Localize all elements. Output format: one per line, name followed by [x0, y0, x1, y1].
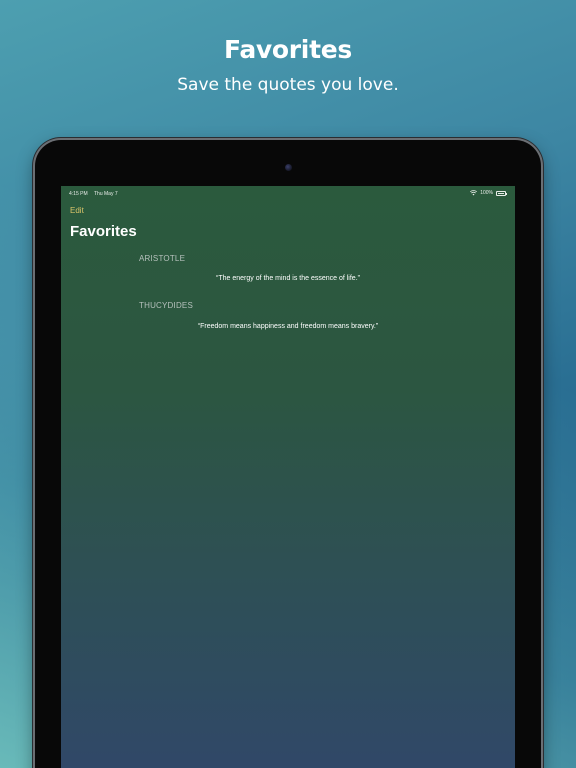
promo-subhead: Save the quotes you love.: [177, 75, 399, 95]
promo-headline: Favorites: [224, 35, 352, 64]
favorites-list: ARISTOTLE “The energy of the mind is the…: [61, 186, 515, 768]
favorite-quote[interactable]: “The energy of the mind is the essence o…: [61, 275, 515, 282]
favorite-author[interactable]: ARISTOTLE: [139, 254, 185, 263]
favorite-quote[interactable]: “Freedom means happiness and freedom mea…: [61, 323, 515, 330]
favorite-author[interactable]: THUCYDIDES: [139, 301, 193, 310]
app-screen: 4:15 PM Thu May 7 100% Edit Favorites AR…: [61, 186, 515, 768]
front-camera-icon: [285, 164, 292, 171]
